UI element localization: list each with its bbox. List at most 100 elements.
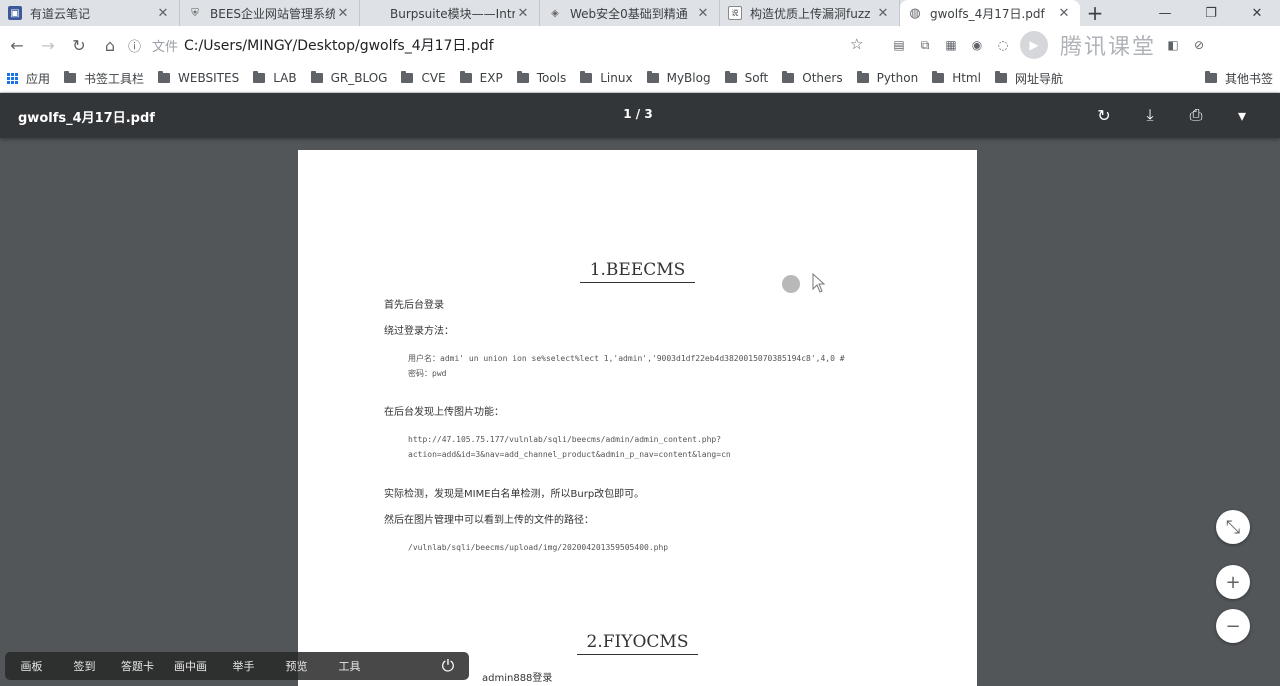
extension-icon[interactable]: ▤ xyxy=(890,36,908,54)
globe-icon: ◍ xyxy=(909,5,921,21)
preview-button[interactable]: 预览 xyxy=(270,658,323,674)
raise-hand-button[interactable]: 举手 xyxy=(217,658,270,674)
tab-fuzz[interactable]: 说 构造优质上传漏洞fuzz ✕ xyxy=(720,0,900,26)
close-icon[interactable]: ✕ xyxy=(335,5,351,21)
extension-icon[interactable]: ◉ xyxy=(968,36,986,54)
bookmark-folder[interactable]: Html xyxy=(925,66,988,90)
blank-icon xyxy=(368,6,382,20)
bookmark-label: WEBSITES xyxy=(178,71,240,85)
folder-icon xyxy=(310,71,323,83)
zoom-out-button[interactable]: − xyxy=(1216,609,1250,643)
info-icon[interactable]: ⓘ xyxy=(128,36,148,55)
mouse-cursor-icon xyxy=(812,273,826,293)
folder-icon xyxy=(724,71,737,83)
classroom-toolbar: 画板 签到 答题卡 画中画 举手 预览 工具 ⏻ xyxy=(5,652,469,680)
bookmark-label: 其他书签 xyxy=(1224,71,1273,86)
bookmark-menu-icon[interactable]: ▾ xyxy=(1228,101,1256,129)
tab-title: gwolfs_4月17日.pdf xyxy=(930,6,1045,21)
close-icon[interactable]: ✕ xyxy=(1056,5,1072,21)
tools-button[interactable]: 工具 xyxy=(323,658,376,674)
close-icon[interactable]: ✕ xyxy=(155,5,171,21)
rotate-icon[interactable]: ↻ xyxy=(1090,101,1118,129)
tab-bees[interactable]: ⛨ BEES企业网站管理系统 ✕ xyxy=(180,0,360,26)
paragraph: 在后台发现上传图片功能： xyxy=(384,407,504,418)
heading-text: 1.BEECMS xyxy=(579,260,696,283)
paragraph: 实际检测，发现是MIME白名单检测，所以Burp改包即可。 xyxy=(384,489,645,500)
bookmark-folder[interactable]: Soft xyxy=(718,66,776,90)
tab-title: 有道云笔记 xyxy=(30,6,91,21)
bookmark-label: Python xyxy=(876,71,919,85)
tab-youdao-note[interactable]: ▣ 有道云笔记 ✕ xyxy=(0,0,180,26)
zoom-in-button[interactable]: + xyxy=(1216,565,1250,599)
url-text[interactable]: C:/Users/MINGY/Desktop/gwolfs_4月17日.pdf xyxy=(184,35,494,55)
close-icon[interactable]: ✕ xyxy=(875,5,891,21)
extension-icon[interactable]: ⧉ xyxy=(916,36,934,54)
bookmark-folder[interactable]: Others xyxy=(775,66,849,90)
apps-icon xyxy=(7,72,18,84)
code-line: 用户名：admi' un union ion se%select%lect 1,… xyxy=(408,354,845,363)
bookmark-folder[interactable]: WEBSITES xyxy=(151,66,246,90)
answer-card-button[interactable]: 答题卡 xyxy=(111,658,164,674)
tab-gwolfs-pdf[interactable]: ◍ gwolfs_4月17日.pdf ✕ xyxy=(900,0,1080,26)
bookmark-folder[interactable]: MyBlog xyxy=(640,66,718,90)
back-button[interactable]: ← xyxy=(3,31,31,59)
address-bar[interactable]: ⓘ 文件 C:/Users/MINGY/Desktop/gwolfs_4月17日… xyxy=(128,31,873,59)
extension-icon[interactable]: ▦ xyxy=(942,36,960,54)
close-icon[interactable]: ✕ xyxy=(515,5,531,21)
bookmark-star-icon[interactable]: ☆ xyxy=(850,35,863,53)
home-button[interactable]: ⌂ xyxy=(96,31,124,59)
bookmark-folder[interactable]: 书签工具栏 xyxy=(57,66,151,90)
bookmark-label: Linux xyxy=(600,71,633,85)
bookmark-apps[interactable]: 应用 xyxy=(0,66,57,90)
bookmark-folder[interactable]: EXP xyxy=(453,66,510,90)
extension-icon[interactable]: ◌ xyxy=(994,36,1012,54)
watermark: 腾讯课堂 xyxy=(1060,35,1157,60)
bookmark-folder[interactable]: Linux xyxy=(573,66,639,90)
heading-text: 2.FIYOCMS xyxy=(576,632,699,655)
page-indicator[interactable]: 1 / 3 xyxy=(600,107,676,121)
bookmark-label: CVE xyxy=(421,71,446,85)
paragraph: 然后在图片管理中可以看到上传的文件的路径： xyxy=(384,515,594,526)
bookmark-label: Others xyxy=(802,71,843,85)
restore-button[interactable]: ❐ xyxy=(1188,0,1234,26)
note-icon: ▣ xyxy=(8,6,22,20)
whiteboard-button[interactable]: 画板 xyxy=(5,658,58,674)
pdf-toolbar: gwolfs_4月17日.pdf 1 / 3 ↻ ⤓ ⎙ ▾ xyxy=(0,93,1280,138)
power-icon[interactable]: ⏻ xyxy=(437,655,459,677)
bookmark-label: LAB xyxy=(273,71,297,85)
checkin-button[interactable]: 签到 xyxy=(58,658,111,674)
gem-icon: ◈ xyxy=(551,7,559,19)
bookmark-folder[interactable]: Python xyxy=(850,66,926,90)
extensions-area: ▤ ⧉ ▦ ◉ ◌ ▶ 腾讯课堂 ◧ ⊘ xyxy=(890,30,1280,60)
folder-icon xyxy=(516,71,529,83)
minimize-button[interactable]: — xyxy=(1142,0,1188,26)
folder-icon xyxy=(782,71,795,83)
tab-burpsuite[interactable]: Burpsuite模块——Intru ✕ xyxy=(360,0,540,26)
bookmark-folder[interactable]: GR_BLOG xyxy=(304,66,395,90)
folder-icon xyxy=(459,71,472,83)
extension-icon[interactable]: ⊘ xyxy=(1190,36,1208,54)
bookmark-folder[interactable]: LAB xyxy=(246,66,303,90)
extension-icon[interactable]: ◧ xyxy=(1164,36,1182,54)
bookmark-folder-other[interactable]: 其他书签 xyxy=(1198,66,1280,90)
folder-icon xyxy=(994,71,1007,83)
folder-icon xyxy=(856,71,869,83)
close-window-button[interactable]: ✕ xyxy=(1234,0,1280,26)
window-controls: — ❐ ✕ xyxy=(1142,0,1280,26)
pdf-title: gwolfs_4月17日.pdf xyxy=(18,111,155,126)
new-tab-button[interactable]: + xyxy=(1080,0,1110,26)
bookmark-folder[interactable]: Tools xyxy=(510,66,574,90)
reload-button[interactable]: ↻ xyxy=(65,31,93,59)
pip-button[interactable]: 画中画 xyxy=(164,658,217,674)
close-icon[interactable]: ✕ xyxy=(695,5,711,21)
download-icon[interactable]: ⤓ xyxy=(1136,101,1164,129)
bookmark-label: MyBlog xyxy=(666,71,711,85)
fit-page-button[interactable]: ⤡ xyxy=(1216,510,1250,544)
forward-button[interactable]: → xyxy=(34,31,62,59)
bookmark-folder[interactable]: 网址导航 xyxy=(988,66,1070,90)
bookmark-folder[interactable]: CVE xyxy=(394,66,452,90)
tab-title: Web安全0基础到精通 xyxy=(570,6,688,21)
print-icon[interactable]: ⎙ xyxy=(1182,101,1210,129)
folder-icon xyxy=(1204,71,1217,83)
tab-web-security[interactable]: ◈ Web安全0基础到精通 ✕ xyxy=(540,0,720,26)
